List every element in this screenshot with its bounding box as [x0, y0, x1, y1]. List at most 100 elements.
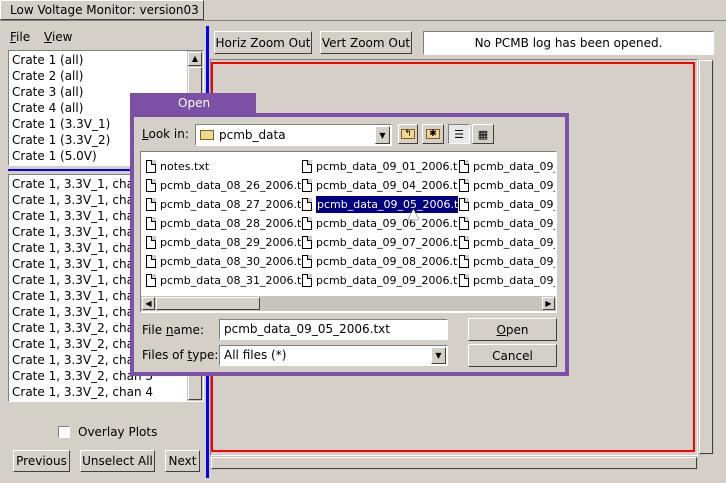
- file-icon: [459, 274, 469, 287]
- file-type-accel: t: [187, 348, 193, 362]
- file-type-select[interactable]: All files (*): [219, 345, 448, 366]
- look-in-dropdown-button[interactable]: ▼: [375, 126, 390, 144]
- file-icon: [459, 255, 469, 268]
- file-type-dropdown-button[interactable]: ▼: [431, 347, 446, 364]
- horiz-zoom-out-button[interactable]: Horiz Zoom Out: [214, 31, 312, 54]
- file-item[interactable]: pcmb_data_09_01_2006.txt: [302, 158, 458, 175]
- file-name: pcmb_data_08_26_2006.txt: [160, 179, 301, 192]
- file-item[interactable]: notes.txt: [146, 158, 301, 175]
- up-folder-icon: ↰: [401, 129, 415, 139]
- scroll-thumb[interactable]: [699, 60, 713, 454]
- scroll-thumb[interactable]: [211, 457, 697, 469]
- file-icon: [302, 255, 312, 268]
- scroll-left-button[interactable]: ◀: [142, 297, 155, 310]
- menu-view[interactable]: View: [44, 30, 72, 44]
- file-icon: [146, 179, 156, 192]
- file-item[interactable]: pcmb_data_09_1: [459, 196, 555, 213]
- unselect-all-button[interactable]: Unselect All: [80, 450, 155, 472]
- menu-file[interactable]: File: [10, 30, 30, 44]
- dialog-title[interactable]: Open: [130, 93, 256, 113]
- file-icon: [459, 236, 469, 249]
- menu-file-label: ile: [16, 30, 31, 44]
- file-icon: [459, 160, 469, 173]
- file-icon: [146, 255, 156, 268]
- file-name: notes.txt: [160, 160, 210, 173]
- crate-list-item[interactable]: Crate 1 (all): [9, 52, 203, 68]
- file-item[interactable]: pcmb_data_09_05_2006.txt: [302, 196, 458, 213]
- plot-vscrollbar[interactable]: [698, 59, 714, 455]
- file-icon: [302, 179, 312, 192]
- file-icon: [146, 198, 156, 211]
- file-list-hscrollbar[interactable]: ◀ ▶: [141, 296, 556, 311]
- scroll-up-button[interactable]: ▲: [188, 52, 202, 66]
- next-button[interactable]: Next: [165, 450, 200, 472]
- arrow-up-icon: ▲: [191, 54, 199, 63]
- file-item[interactable]: pcmb_data_09_1: [459, 158, 555, 175]
- file-item[interactable]: pcmb_data_09_06_2006.txt: [302, 215, 458, 232]
- list-view-button[interactable]: ☰: [448, 124, 470, 144]
- file-name: pcmb_data_09_09_2006.txt: [316, 274, 458, 287]
- file-name: pcmb_data_09_1: [473, 217, 555, 230]
- new-folder-icon: ✱: [426, 129, 440, 139]
- file-item[interactable]: pcmb_data_09_1: [459, 177, 555, 194]
- folder-icon: [200, 130, 214, 140]
- file-icon: [459, 179, 469, 192]
- plot-hscrollbar[interactable]: [210, 456, 698, 470]
- file-icon: [302, 160, 312, 173]
- menu-view-label: iew: [51, 30, 73, 44]
- file-name: pcmb_data_09_1: [473, 255, 555, 268]
- file-icon: [146, 274, 156, 287]
- file-icon: [146, 160, 156, 173]
- file-item[interactable]: pcmb_data_09_1: [459, 234, 555, 251]
- file-item[interactable]: pcmb_data_09_09_2006.txt: [302, 272, 458, 289]
- up-folder-button[interactable]: ↰: [398, 124, 418, 144]
- file-name: pcmb_data_09_1: [473, 236, 555, 249]
- file-icon: [459, 198, 469, 211]
- chevron-down-icon: ▼: [379, 130, 386, 140]
- file-item[interactable]: pcmb_data_09_07_2006.txt: [302, 234, 458, 251]
- previous-button[interactable]: Previous: [13, 450, 70, 472]
- file-item[interactable]: pcmb_data_09_1: [459, 253, 555, 270]
- file-name: pcmb_data_09_01_2006.txt: [316, 160, 458, 173]
- file-item[interactable]: pcmb_data_08_29_2006.txt: [146, 234, 301, 251]
- file-name: pcmb_data_09_1: [473, 274, 555, 287]
- file-item[interactable]: pcmb_data_08_31_2006.txt: [146, 272, 301, 289]
- file-type-label: Files of type:: [142, 348, 219, 362]
- file-name: pcmb_data_09_07_2006.txt: [316, 236, 458, 249]
- menu-view-accel: V: [44, 30, 52, 44]
- file-name-label: File name:: [142, 323, 204, 337]
- look-in-select[interactable]: pcmb_data: [195, 124, 392, 146]
- look-in-accel: L: [142, 127, 149, 141]
- file-icon: [302, 198, 312, 211]
- file-icon: [302, 236, 312, 249]
- file-item[interactable]: pcmb_data_08_28_2006.txt: [146, 215, 301, 232]
- file-item[interactable]: pcmb_data_09_1: [459, 215, 555, 232]
- file-item[interactable]: pcmb_data_08_27_2006.txt: [146, 196, 301, 213]
- crate-list-item[interactable]: Crate 2 (all): [9, 68, 203, 84]
- channel-list-item[interactable]: Crate 1, 3.3V_2, chan 4: [9, 384, 203, 400]
- file-item[interactable]: pcmb_data_08_30_2006.txt: [146, 253, 301, 270]
- file-item[interactable]: pcmb_data_08_26_2006.txt: [146, 177, 301, 194]
- file-list[interactable]: notes.txt pcmb_data_08_26_2006.txt pcmb_da…: [140, 151, 557, 313]
- file-name-input[interactable]: pcmb_data_09_05_2006.txt: [219, 319, 448, 340]
- file-name: pcmb_data_09_08_2006.txt: [316, 255, 458, 268]
- file-item[interactable]: pcmb_data_09_1: [459, 272, 555, 289]
- file-name: pcmb_data_09_04_2006.txt: [316, 179, 458, 192]
- arrow-right-icon: ▶: [545, 298, 552, 308]
- open-button[interactable]: Open: [468, 318, 557, 341]
- new-folder-button[interactable]: ✱: [422, 124, 444, 144]
- file-name: pcmb_data_09_1: [473, 179, 555, 192]
- overlay-plots-checkbox[interactable]: [58, 426, 70, 438]
- file-item[interactable]: pcmb_data_09_04_2006.txt: [302, 177, 458, 194]
- chevron-down-icon: ▼: [435, 351, 442, 360]
- file-name: pcmb_data_09_1: [473, 160, 555, 173]
- file-item[interactable]: pcmb_data_09_08_2006.txt: [302, 253, 458, 270]
- detail-view-button[interactable]: ▦: [472, 124, 494, 144]
- file-name: pcmb_data_09_05_2006.txt: [316, 196, 458, 213]
- scroll-thumb[interactable]: [156, 297, 260, 310]
- detail-view-icon: ▦: [477, 127, 489, 141]
- cancel-button[interactable]: Cancel: [468, 344, 557, 367]
- scroll-right-button[interactable]: ▶: [542, 297, 555, 310]
- file-name: pcmb_data_08_30_2006.txt: [160, 255, 301, 268]
- vert-zoom-out-button[interactable]: Vert Zoom Out: [320, 31, 412, 54]
